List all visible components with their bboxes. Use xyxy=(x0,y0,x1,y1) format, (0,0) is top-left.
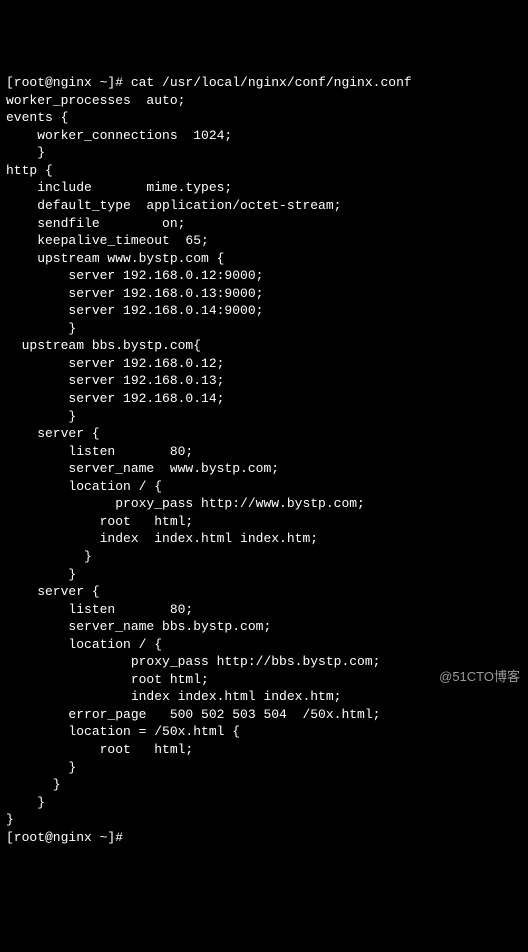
terminal-line: [root@nginx ~]# cat /usr/local/nginx/con… xyxy=(6,74,522,92)
terminal-line: server 192.168.0.14:9000; xyxy=(6,302,522,320)
terminal-line: upstream www.bystp.com { xyxy=(6,250,522,268)
terminal-line: worker_processes auto; xyxy=(6,92,522,110)
terminal-line: } xyxy=(6,811,522,829)
terminal-line: } xyxy=(6,794,522,812)
terminal-line: [root@nginx ~]# xyxy=(6,829,522,847)
terminal-line: server { xyxy=(6,583,522,601)
terminal-line: server_name www.bystp.com; xyxy=(6,460,522,478)
terminal-line: error_page 500 502 503 504 /50x.html; xyxy=(6,706,522,724)
terminal-line: } xyxy=(6,548,522,566)
terminal-line: root html; xyxy=(6,741,522,759)
terminal-line: proxy_pass http://www.bystp.com; xyxy=(6,495,522,513)
terminal-line: } xyxy=(6,320,522,338)
terminal-line: include mime.types; xyxy=(6,179,522,197)
terminal-line: server 192.168.0.12; xyxy=(6,355,522,373)
terminal-line: } xyxy=(6,566,522,584)
terminal-line: index index.html index.htm; xyxy=(6,688,522,706)
terminal-line: server 192.168.0.14; xyxy=(6,390,522,408)
terminal-line: sendfile on; xyxy=(6,215,522,233)
terminal-line: server 192.168.0.13; xyxy=(6,372,522,390)
terminal-line: server_name bbs.bystp.com; xyxy=(6,618,522,636)
terminal-line: listen 80; xyxy=(6,443,522,461)
terminal-line: location = /50x.html { xyxy=(6,723,522,741)
terminal-line: } xyxy=(6,408,522,426)
terminal-line: events { xyxy=(6,109,522,127)
terminal-line: server { xyxy=(6,425,522,443)
terminal-line: location / { xyxy=(6,478,522,496)
terminal-line: default_type application/octet-stream; xyxy=(6,197,522,215)
terminal-output: [root@nginx ~]# cat /usr/local/nginx/con… xyxy=(6,74,522,846)
terminal-line: root html; xyxy=(6,513,522,531)
watermark-text: @51CTO博客 xyxy=(439,668,520,686)
terminal-line: } xyxy=(6,759,522,777)
terminal-line: http { xyxy=(6,162,522,180)
terminal-line: location / { xyxy=(6,636,522,654)
terminal-line: keepalive_timeout 65; xyxy=(6,232,522,250)
terminal-line: upstream bbs.bystp.com{ xyxy=(6,337,522,355)
terminal-line: index index.html index.htm; xyxy=(6,530,522,548)
terminal-line: } xyxy=(6,144,522,162)
terminal-line: } xyxy=(6,776,522,794)
terminal-line: worker_connections 1024; xyxy=(6,127,522,145)
terminal-line: listen 80; xyxy=(6,601,522,619)
terminal-line: server 192.168.0.13:9000; xyxy=(6,285,522,303)
terminal-line: server 192.168.0.12:9000; xyxy=(6,267,522,285)
